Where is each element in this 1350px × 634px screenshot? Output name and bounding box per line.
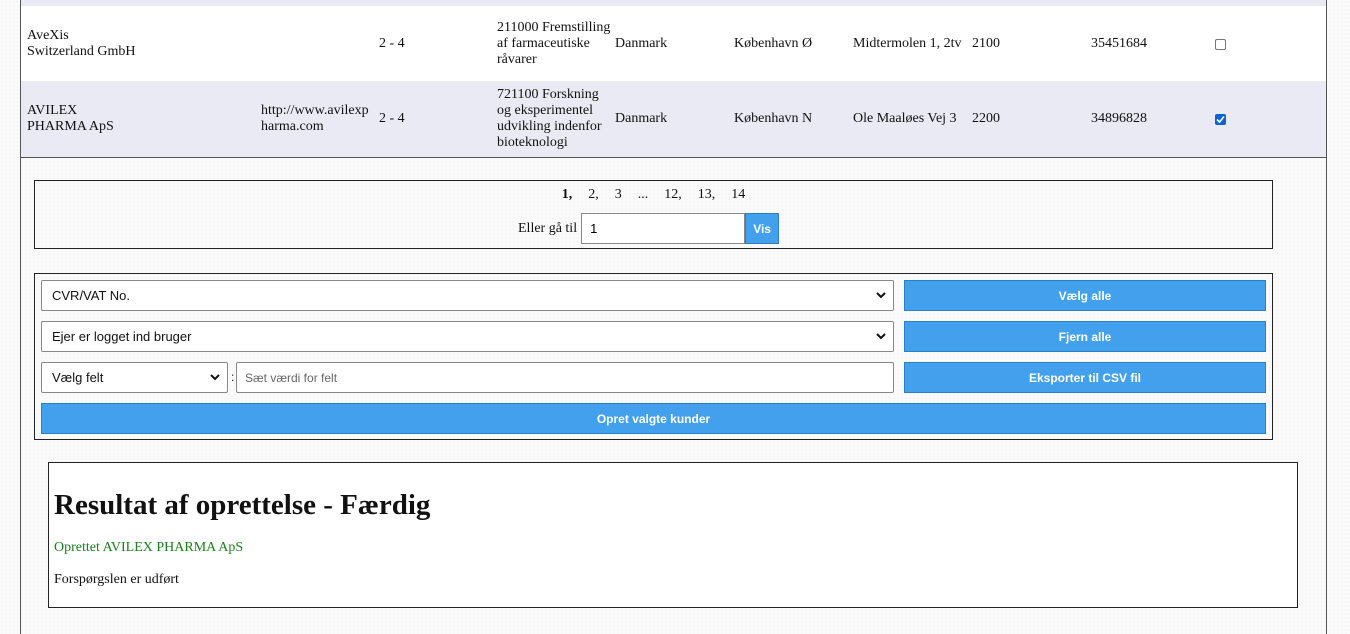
- address-cell: Ole Maaløes Vej 3: [853, 111, 957, 126]
- city-cell: København N: [734, 111, 813, 126]
- page-link[interactable]: 2,: [588, 187, 599, 202]
- website-link[interactable]: http://www.avilexpharma.com: [261, 81, 373, 157]
- create-selected-button[interactable]: Opret valgte kunder: [41, 403, 1266, 434]
- field-choose-select[interactable]: Vælg felt: [41, 362, 228, 393]
- row-select-checkbox[interactable]: [1214, 38, 1226, 50]
- address-cell: Midtermolen 1, 2tv: [853, 36, 962, 51]
- page-link[interactable]: 13,: [698, 187, 716, 202]
- goto-page: Eller gå til Vis: [518, 213, 780, 244]
- select-all-button[interactable]: Vælg alle: [904, 280, 1266, 311]
- website-cell: [261, 6, 373, 82]
- select-cell: [1212, 6, 1228, 82]
- table-row: AveXis Switzerland GmbH 2 - 4 211000 Fre…: [21, 6, 1326, 82]
- chevron-down-icon: [876, 333, 886, 340]
- owner-select-value: Ejer er logget ind bruger: [52, 329, 192, 344]
- done-message: Forspørgslen er udført: [54, 572, 179, 587]
- page-ellipsis: ...: [637, 187, 649, 202]
- employees-cell: 2 - 4: [379, 36, 405, 51]
- owner-select[interactable]: Ejer er logget ind bruger: [41, 321, 894, 352]
- industry-cell: 211000 Fremstilling af farmaceutiske råv…: [497, 20, 611, 67]
- row-select-checkbox[interactable]: [1214, 113, 1226, 125]
- page-link[interactable]: 3: [615, 187, 622, 202]
- remove-all-button[interactable]: Fjern alle: [904, 321, 1266, 352]
- chevron-down-icon: [210, 374, 220, 381]
- page-links: 1, 2, 3... 12, 13, 14: [35, 187, 1272, 203]
- bulk-action-panel: CVR/VAT No. Vælg alle Ejer er logget ind…: [34, 273, 1273, 440]
- country-cell: Danmark: [615, 111, 668, 126]
- industry-cell: 721100 Forskning og eksperimentel udvikl…: [497, 87, 602, 150]
- cvr-cell: 35451684: [1091, 36, 1147, 51]
- vis-button[interactable]: Vis: [745, 213, 780, 244]
- field-choose-value: Vælg felt: [52, 370, 104, 385]
- company-name-cell: AveXis Switzerland GmbH: [27, 28, 136, 59]
- chevron-down-icon: [876, 292, 886, 299]
- goto-page-input[interactable]: [581, 213, 746, 244]
- zip-cell: 2200: [972, 111, 1000, 126]
- result-panel: Resultat af oprettelse - Færdig Oprettet…: [48, 462, 1298, 608]
- pagination-panel: 1, 2, 3... 12, 13, 14 Eller gå til Vis: [34, 180, 1273, 249]
- created-message: Oprettet AVILEX PHARMA ApS: [54, 540, 244, 555]
- table-row: AVILEX PHARMA ApS http://www.avilexpharm…: [21, 81, 1326, 158]
- city-cell: København Ø: [734, 36, 813, 51]
- page-link[interactable]: 12,: [664, 187, 682, 202]
- cvr-cell: 34896828: [1091, 111, 1147, 126]
- select-cell: [1212, 81, 1228, 157]
- page-link-current[interactable]: 1,: [562, 187, 573, 202]
- field-select[interactable]: CVR/VAT No.: [41, 280, 894, 311]
- field-value-separator: :: [231, 370, 235, 384]
- employees-cell: 2 - 4: [379, 111, 405, 126]
- country-cell: Danmark: [615, 36, 668, 51]
- result-title: Resultat af oprettelse - Færdig: [54, 489, 431, 521]
- field-value-input[interactable]: Sæt værdi for felt: [236, 362, 894, 393]
- checkmark-icon: [1215, 115, 1225, 123]
- company-name-cell: AVILEX PHARMA ApS: [27, 103, 114, 134]
- page-link[interactable]: 14: [731, 187, 745, 202]
- goto-label: Eller gå til: [518, 220, 578, 236]
- export-csv-button[interactable]: Eksporter til CSV fil: [904, 362, 1266, 393]
- zip-cell: 2100: [972, 36, 1000, 51]
- field-select-value: CVR/VAT No.: [52, 288, 131, 303]
